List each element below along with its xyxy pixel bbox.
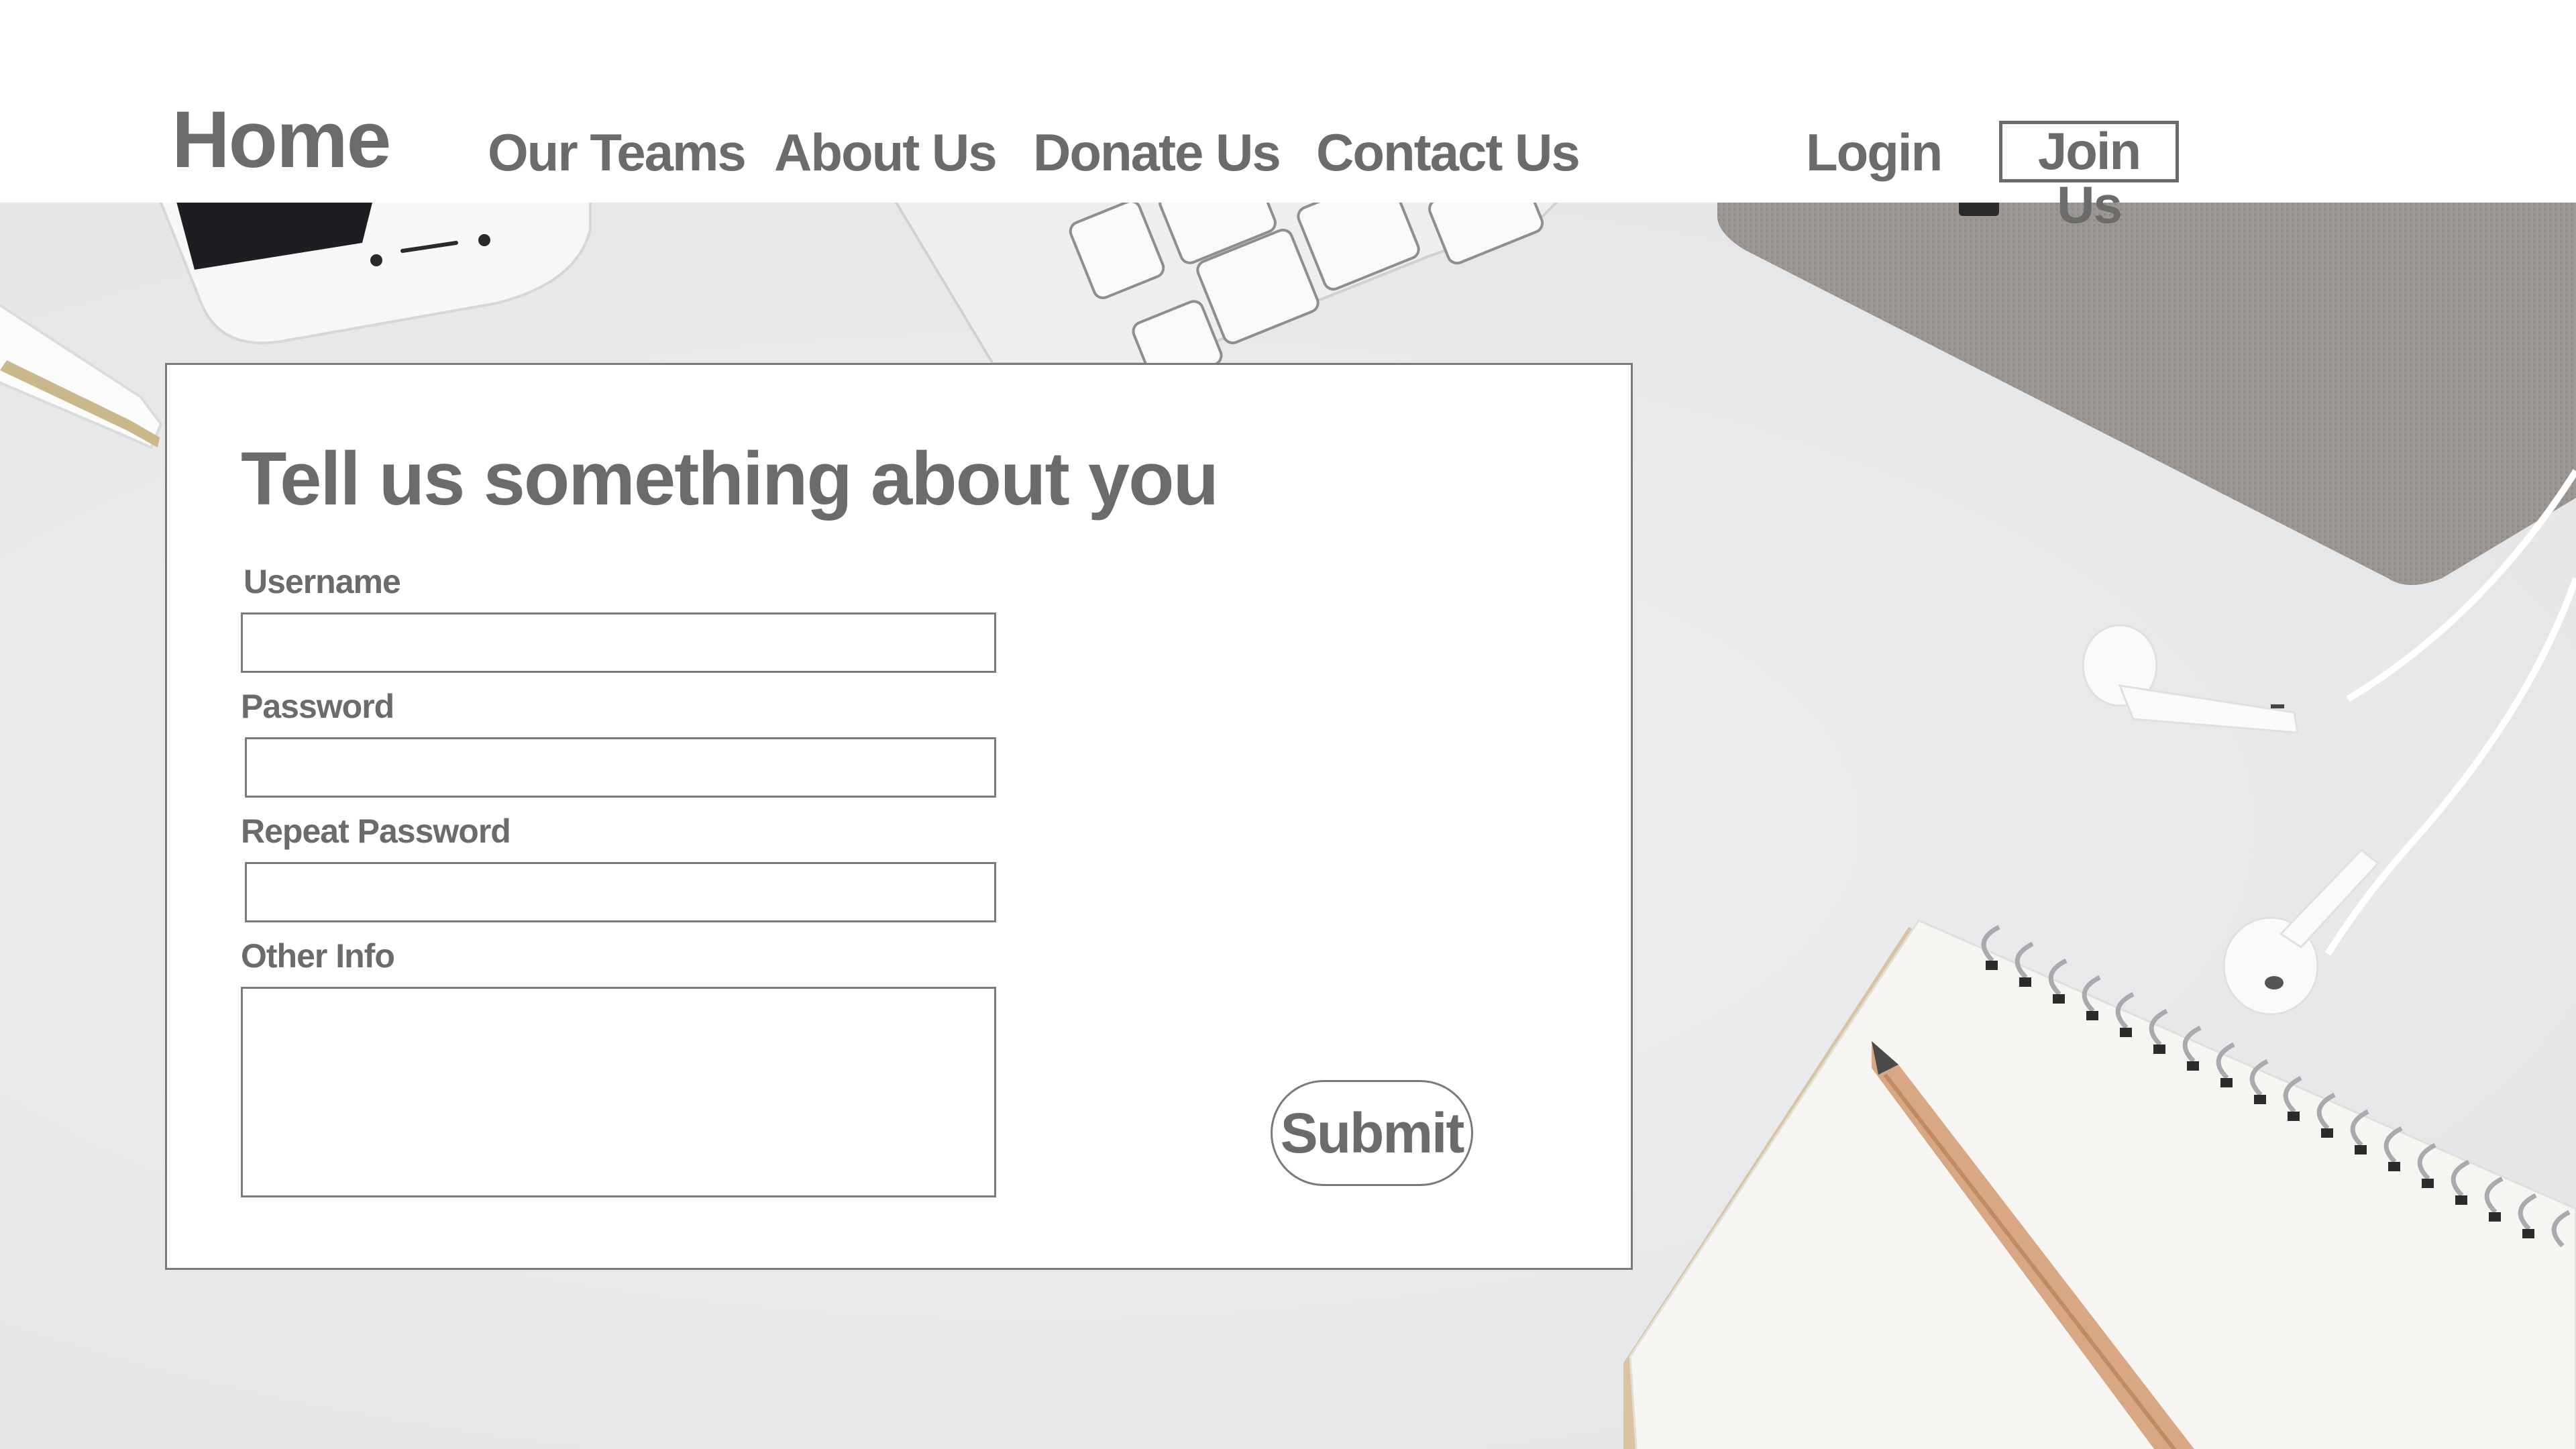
login-link[interactable]: Login [1806,126,1943,178]
nav-link-donate-us[interactable]: Donate Us [1033,126,1281,178]
join-us-button[interactable]: Join Us [1999,121,2179,231]
home-link[interactable]: Home [172,99,391,180]
repeat-password-input[interactable] [245,862,996,922]
nav-link-our-teams[interactable]: Our Teams [488,126,747,178]
notebook-illustration [1717,203,2576,585]
nav-link-contact-us[interactable]: Contact Us [1316,126,1580,178]
username-input[interactable] [241,612,996,673]
password-input[interactable] [245,737,996,798]
other-info-textarea[interactable] [241,987,996,1197]
phone-illustration [159,203,592,345]
pen-illustration [0,303,163,449]
repeat-password-label: Repeat Password [241,812,511,850]
top-navigation-bar: Home Our Teams About Us Donate Us Contac… [0,0,2576,231]
earphones-illustration [2082,469,2576,1016]
username-label: Username [244,563,401,600]
nav-link-about-us[interactable]: About Us [774,126,998,178]
form-title: Tell us something about you [241,437,1219,521]
keyboard-illustration [894,203,1558,387]
other-info-label: Other Info [241,937,395,975]
password-label: Password [241,688,394,725]
submit-button[interactable]: Submit [1271,1080,1473,1186]
signup-form-card: Tell us something about you Username Pas… [165,363,1633,1270]
